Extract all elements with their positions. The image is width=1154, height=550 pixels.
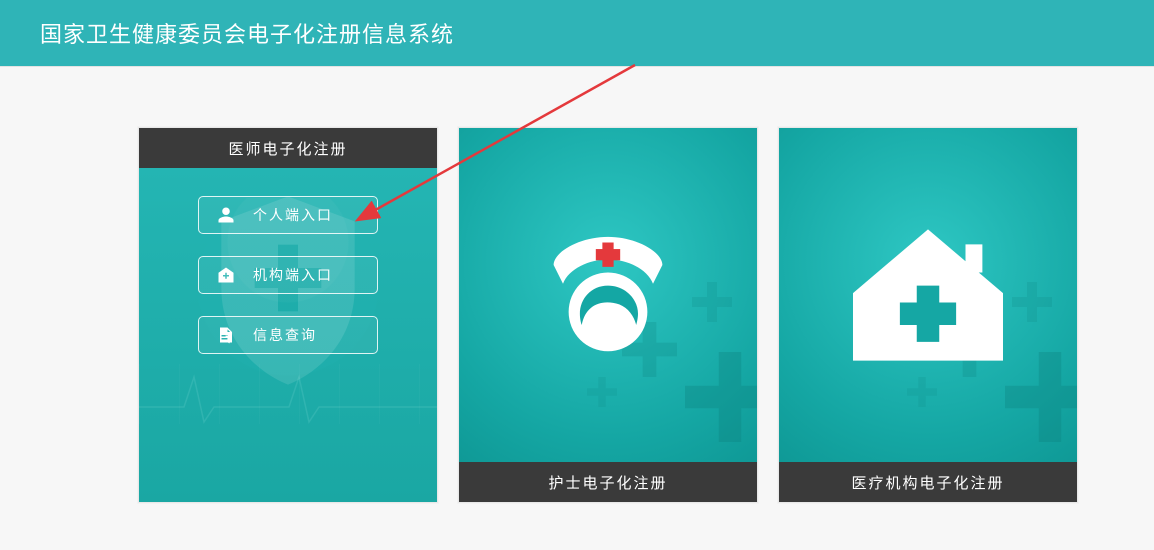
info-query-label: 信息查询 — [253, 325, 317, 345]
card-org-title: 医疗机构电子化注册 — [851, 472, 1004, 493]
info-query-button[interactable]: 信息查询 — [198, 316, 378, 354]
card-nurse-title: 护士电子化注册 — [548, 472, 667, 493]
card-org-header: 医疗机构电子化注册 — [779, 462, 1077, 502]
card-nurse-body — [459, 128, 757, 462]
card-doctor: 医师电子化注册 个人端入口 机构端入口 — [138, 127, 438, 503]
plus-decoration-icon — [685, 352, 757, 442]
doc-search-icon — [217, 326, 235, 344]
hospital-badge-icon — [217, 266, 235, 284]
page-title: 国家卫生健康委员会电子化注册信息系统 — [40, 17, 454, 49]
card-doctor-header: 医师电子化注册 — [139, 128, 437, 168]
card-nurse[interactable]: 护士电子化注册 — [458, 127, 758, 503]
org-entry-button[interactable]: 机构端入口 — [198, 256, 378, 294]
nurse-cap-icon — [533, 220, 683, 370]
card-nurse-header: 护士电子化注册 — [459, 462, 757, 502]
plus-decoration-icon — [587, 377, 617, 407]
org-entry-label: 机构端入口 — [253, 265, 333, 285]
plus-decoration-icon — [1005, 352, 1077, 442]
header-bar: 国家卫生健康委员会电子化注册信息系统 — [0, 0, 1154, 66]
hospital-house-icon — [843, 220, 1013, 370]
person-icon — [217, 206, 235, 224]
personal-entry-label: 个人端入口 — [253, 205, 333, 225]
plus-decoration-icon — [692, 282, 732, 322]
card-org-body — [779, 128, 1077, 462]
plus-decoration-icon — [1012, 282, 1052, 322]
personal-entry-button[interactable]: 个人端入口 — [198, 196, 378, 234]
card-doctor-body: 个人端入口 机构端入口 信息查询 — [139, 168, 437, 502]
card-org[interactable]: 医疗机构电子化注册 — [778, 127, 1078, 503]
plus-decoration-icon — [907, 377, 937, 407]
card-doctor-title: 医师电子化注册 — [228, 138, 347, 159]
card-row: 医师电子化注册 个人端入口 机构端入口 — [138, 127, 1098, 503]
